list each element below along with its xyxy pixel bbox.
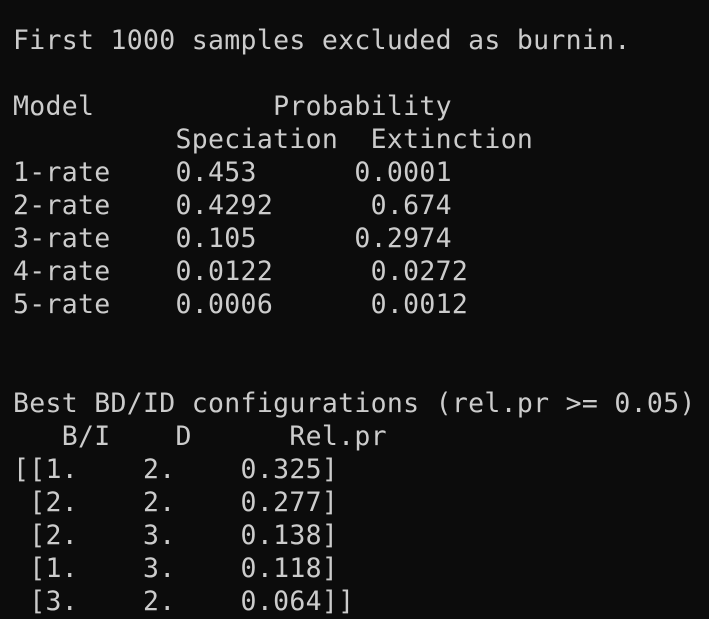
terminal-line: Speciation Extinction (13, 124, 534, 155)
terminal-line: First 1000 samples excluded as burnin. (13, 25, 631, 56)
terminal-line: Model Probability (13, 91, 452, 122)
terminal-line: B/I D Rel.pr (13, 421, 387, 452)
terminal-line: [[1. 2. 0.325] (13, 454, 339, 485)
terminal-line: 5-rate 0.0006 0.0012 (13, 289, 469, 320)
terminal-line: [1. 3. 0.118] (13, 553, 339, 584)
terminal-line: 3-rate 0.105 0.2974 (13, 223, 452, 254)
terminal-line: [2. 2. 0.277] (13, 487, 339, 518)
terminal-line: 4-rate 0.0122 0.0272 (13, 256, 469, 287)
terminal-line: 2-rate 0.4292 0.674 (13, 190, 452, 221)
terminal-window[interactable]: First 1000 samples excluded as burnin. M… (0, 0, 709, 619)
terminal-line: [2. 3. 0.138] (13, 520, 339, 551)
terminal-line: [3. 2. 0.064]] (13, 586, 355, 617)
terminal-line: Best BD/ID configurations (rel.pr >= 0.0… (13, 388, 696, 419)
terminal-line: 1-rate 0.453 0.0001 (13, 157, 452, 188)
